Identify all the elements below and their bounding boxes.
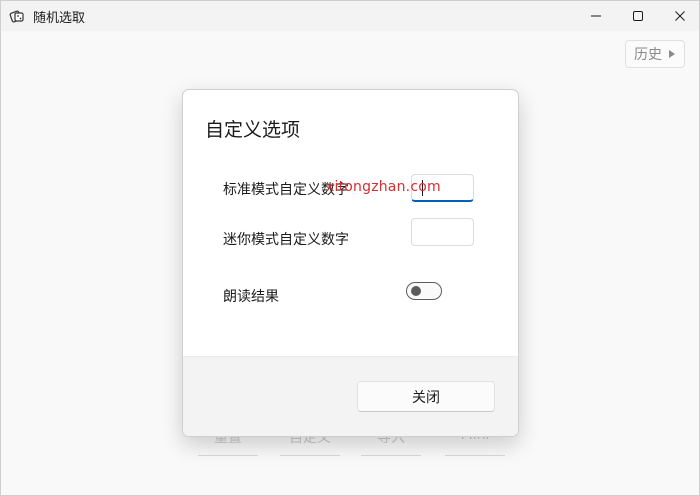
mini-mode-number-input[interactable] [411,218,474,246]
window-title: 随机选取 [33,11,86,26]
minimize-button[interactable] [575,1,617,31]
play-arrow-icon [669,50,675,58]
maximize-button[interactable] [617,1,659,31]
read-result-toggle[interactable] [406,282,442,300]
read-result-label: 朗读结果 [223,289,279,305]
history-label: 历史 [634,47,662,63]
dialog-footer: 关闭 [183,356,518,436]
history-button[interactable]: 历史 [625,40,685,68]
minimize-icon [591,15,601,17]
custom-options-dialog: 自定义选项 标准模式自定义数字 迷你模式自定义数字 朗读结果 关闭 xitong… [182,89,519,437]
app-window: 随机选取 历史 重置 自定义 导入 自定义选项 标准模式自定义数字 迷你模式自定… [0,0,700,496]
close-dialog-label: 关闭 [412,389,440,406]
maximize-icon [633,11,643,21]
title-bar: 随机选取 [1,1,699,31]
toggle-knob [411,286,421,296]
mini-mode-label: 迷你模式自定义数字 [223,232,349,248]
watermark-text: xitongzhan.com [326,179,441,195]
close-window-button[interactable] [659,1,699,31]
close-icon [675,11,685,21]
close-dialog-button[interactable]: 关闭 [357,381,495,412]
dialog-title: 自定义选项 [205,119,301,141]
app-icon [9,8,25,24]
